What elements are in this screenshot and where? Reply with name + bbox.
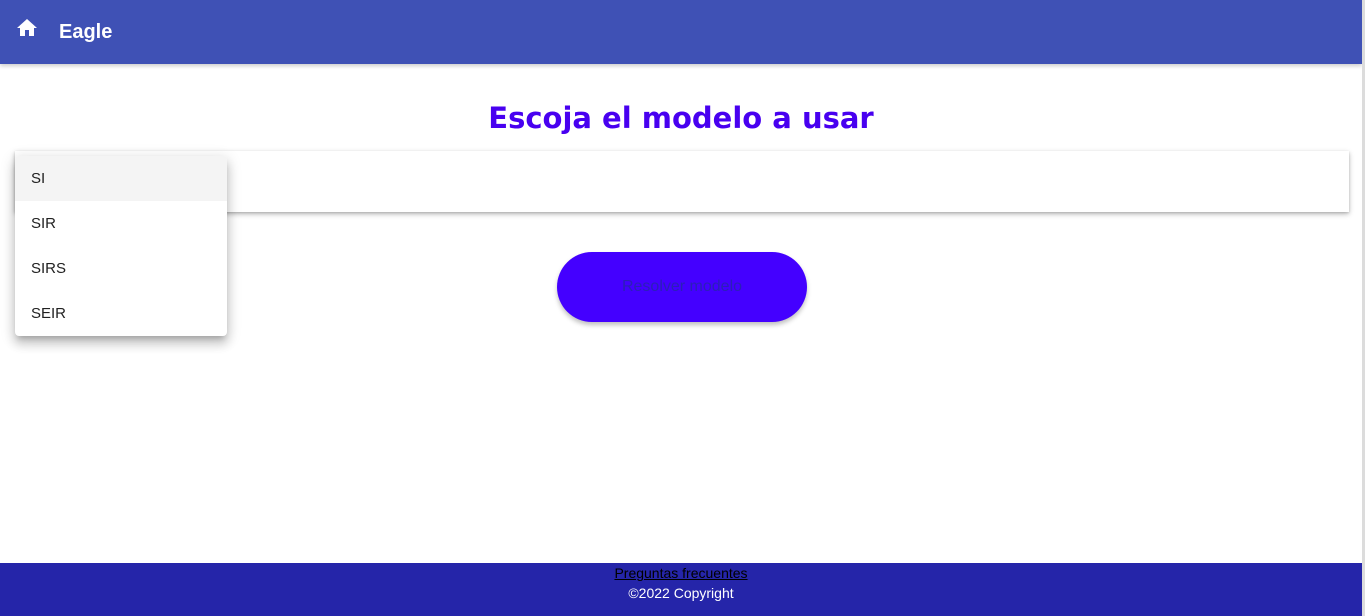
top-app-bar: Eagle — [0, 0, 1362, 64]
faq-link[interactable]: Preguntas frecuentes — [0, 565, 1362, 581]
page-title: Escoja el modelo a usar — [488, 101, 874, 135]
solve-model-button[interactable]: Resolver modelo — [557, 252, 807, 322]
app-page: Eagle Escoja el modelo a usar Resolver m… — [0, 0, 1365, 616]
model-options-menu: SI SIR SIRS SEIR — [15, 156, 227, 336]
home-icon[interactable] — [15, 16, 39, 40]
model-option-seir[interactable]: SEIR — [15, 291, 227, 336]
model-option-si[interactable]: SI — [15, 156, 227, 201]
app-brand[interactable]: Eagle — [59, 20, 112, 44]
copyright-text: ©2022 Copyright — [628, 585, 734, 601]
model-option-sirs[interactable]: SIRS — [15, 246, 227, 291]
footer: Preguntas frecuentes ©2022 Copyright — [0, 563, 1362, 616]
model-option-sir[interactable]: SIR — [15, 201, 227, 246]
